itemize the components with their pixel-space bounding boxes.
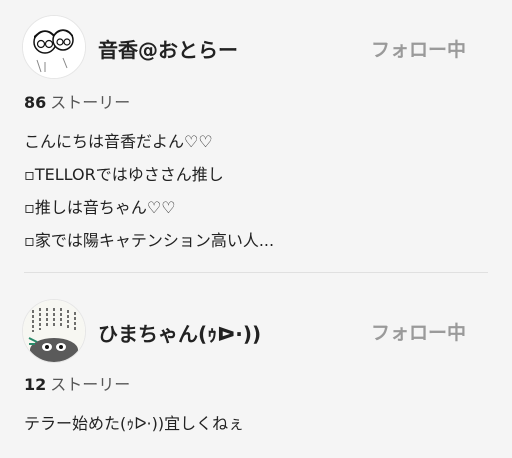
username[interactable]: 音香@おとらー	[98, 34, 238, 63]
story-count-value: 12	[24, 375, 47, 394]
story-count-label: ストーリー	[50, 93, 131, 112]
bio-line: テラー始めた(ｩᐅ·))宜しくねぇ	[24, 414, 245, 433]
following-button[interactable]: フォロー中	[371, 318, 466, 345]
following-button[interactable]: フォロー中	[371, 35, 466, 62]
story-count-label: ストーリー	[50, 375, 131, 394]
bio-line: こんにちは音香だよん♡♡	[24, 132, 213, 151]
avatar[interactable]	[22, 15, 86, 79]
user-card[interactable]: ひまちゃん(ｩᐅ·)) フォロー中 12 ストーリー テラー始めた(ｩᐅ·))宜し…	[0, 273, 512, 458]
bio-line: ▫家では陽キャテンション高い人...	[24, 231, 275, 250]
username[interactable]: ひまちゃん(ｩᐅ·))	[98, 318, 261, 347]
story-count: 12 ストーリー	[24, 371, 130, 395]
avatar[interactable]	[22, 299, 86, 363]
bio-line: ▫TELLORではゆささん推し	[24, 165, 224, 184]
story-count: 86 ストーリー	[24, 89, 130, 113]
avatar-illustration-manga	[23, 300, 85, 362]
bio-line: ▫推しは音ちゃん♡♡	[24, 198, 176, 217]
user-card[interactable]: 音香@おとらー フォロー中 86 ストーリー こんにちは音香だよん♡♡ ▫TELL…	[0, 0, 512, 272]
bio: テラー始めた(ｩᐅ·))宜しくねぇ	[24, 407, 244, 440]
story-count-value: 86	[24, 93, 47, 112]
avatar-illustration-couple	[23, 16, 85, 78]
bio: こんにちは音香だよん♡♡ ▫TELLORではゆささん推し ▫推しは音ちゃん♡♡ …	[24, 125, 274, 257]
